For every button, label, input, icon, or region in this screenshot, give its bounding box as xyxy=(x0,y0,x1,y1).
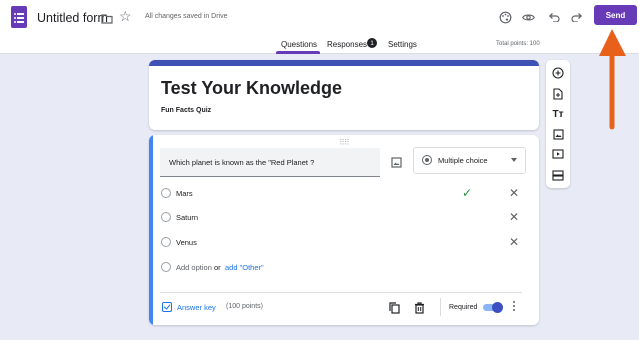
annotation-arrow xyxy=(599,29,626,130)
